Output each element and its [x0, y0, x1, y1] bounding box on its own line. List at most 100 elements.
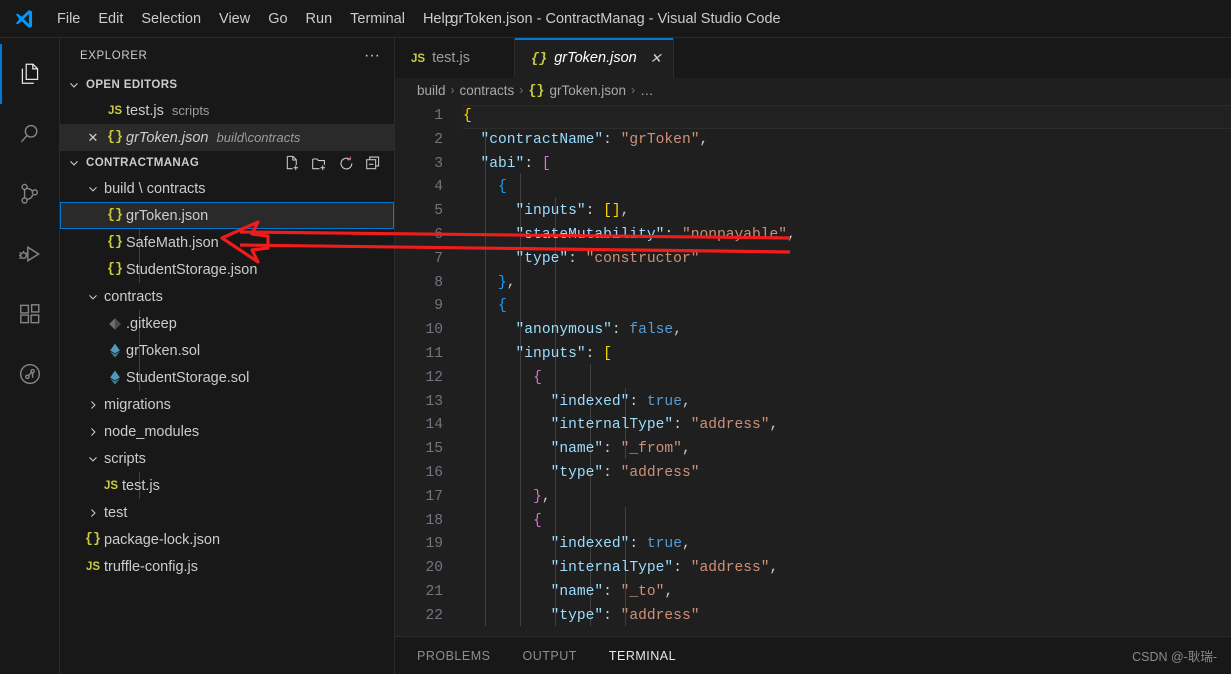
tree-file-grtoken-sol[interactable]: grToken.sol: [60, 337, 394, 364]
code-token: :: [673, 417, 691, 434]
code-line[interactable]: "inputs": [],: [463, 200, 1231, 224]
panel-tab-problems[interactable]: PROBLEMS: [417, 649, 490, 663]
code-line[interactable]: {: [463, 105, 1231, 129]
solidity-file-icon: [104, 370, 126, 385]
code-line[interactable]: {: [463, 367, 1231, 391]
code-line[interactable]: "contractName": "grToken",: [463, 129, 1231, 153]
vscode-logo-icon: [0, 8, 48, 30]
open-editors-section-header[interactable]: OPEN EDITORS: [60, 73, 394, 97]
code-line[interactable]: "internalType": "address",: [463, 557, 1231, 581]
open-editor-item-test-js[interactable]: JS test.js scripts: [60, 97, 394, 124]
code-editor[interactable]: 1 2 3 4 5 6 7 8 9 10 11 12 13 14 15 16 17 18 19 20 21 22 { "c…: [395, 102, 1231, 636]
code-token: :: [603, 441, 621, 458]
code-token: :: [603, 607, 621, 624]
code-line[interactable]: "type": "constructor": [463, 248, 1231, 272]
close-icon[interactable]: ✕: [82, 130, 104, 146]
tree-folder-test[interactable]: test: [60, 499, 394, 526]
code-line[interactable]: "name": "_to",: [463, 581, 1231, 605]
tree-file-test-js[interactable]: JS test.js: [60, 472, 394, 499]
json-file-icon: {}: [106, 208, 124, 223]
code-line[interactable]: },: [463, 486, 1231, 510]
code-content[interactable]: { "contractName": "grToken", "abi": [ { …: [463, 102, 1231, 636]
breadcrumb-item-more[interactable]: …: [640, 83, 654, 98]
code-token: "grToken": [620, 131, 700, 148]
code-line[interactable]: "type": "address": [463, 605, 1231, 629]
line-number: 20: [425, 560, 443, 577]
menu-selection[interactable]: Selection: [132, 8, 210, 30]
open-editor-item-grtoken-json[interactable]: ✕ {} grToken.json build\contracts: [60, 124, 394, 151]
activitybar-item-testing[interactable]: [0, 344, 60, 404]
panel-tab-output[interactable]: OUTPUT: [522, 649, 576, 663]
chevron-right-icon: ›: [450, 83, 455, 97]
chevron-down-icon: [66, 156, 82, 170]
js-file-icon: JS: [85, 560, 101, 573]
ellipsis-icon[interactable]: ···: [360, 47, 384, 63]
tree-folder-node-modules[interactable]: node_modules: [60, 418, 394, 445]
code-line[interactable]: "inputs": [: [463, 343, 1231, 367]
code-token: ,: [769, 417, 779, 434]
refresh-icon[interactable]: [338, 155, 355, 172]
tree-file-safemath-json[interactable]: {} SafeMath.json: [60, 229, 394, 256]
panel-tab-terminal[interactable]: TERMINAL: [609, 649, 676, 663]
chevron-right-icon: ›: [519, 83, 524, 97]
tree-file-studentstorage-json[interactable]: {} StudentStorage.json: [60, 256, 394, 283]
activitybar-item-explorer[interactable]: [0, 44, 60, 104]
activitybar-item-search[interactable]: [0, 104, 60, 164]
code-line[interactable]: {: [463, 510, 1231, 534]
chevron-right-icon: ›: [631, 83, 636, 97]
search-icon: [17, 121, 43, 147]
editor-area: JS test.js {} grToken.json ✕ build › con…: [395, 38, 1231, 674]
tab-grtoken-json[interactable]: {} grToken.json ✕: [515, 38, 675, 78]
breadcrumb-item-grtoken-json[interactable]: grToken.json: [550, 83, 627, 98]
tree-folder-scripts[interactable]: scripts: [60, 445, 394, 472]
menu-file[interactable]: File: [48, 8, 89, 30]
tree-file-package-lock-json[interactable]: {} package-lock.json: [60, 526, 394, 553]
open-editor-name: test.js: [126, 102, 164, 119]
tree-folder-contracts[interactable]: contracts: [60, 283, 394, 310]
collapse-all-icon[interactable]: [365, 155, 382, 172]
new-file-icon[interactable]: [284, 155, 301, 172]
tree-file-grtoken-json[interactable]: {} grToken.json: [60, 202, 394, 229]
code-line[interactable]: "type": "address": [463, 462, 1231, 486]
menu-view[interactable]: View: [210, 8, 259, 30]
tree-folder-build-contracts[interactable]: build \ contracts: [60, 175, 394, 202]
tree-item-label: SafeMath.json: [126, 234, 219, 251]
line-number: 14: [425, 417, 443, 434]
tree-file-truffle-config-js[interactable]: JS truffle-config.js: [60, 553, 394, 580]
code-line[interactable]: },: [463, 272, 1231, 296]
menu-terminal[interactable]: Terminal: [341, 8, 414, 30]
code-line[interactable]: "internalType": "address",: [463, 414, 1231, 438]
code-token: :: [673, 560, 691, 577]
code-line[interactable]: "abi": [: [463, 153, 1231, 177]
code-line[interactable]: {: [463, 176, 1231, 200]
code-token: "stateMutability": [515, 226, 665, 243]
code-token: :: [629, 393, 647, 410]
menu-edit[interactable]: Edit: [89, 8, 132, 30]
activitybar-item-extensions[interactable]: [0, 284, 60, 344]
tab-test-js[interactable]: JS test.js: [395, 38, 515, 78]
code-line[interactable]: "indexed": true,: [463, 533, 1231, 557]
menu-run[interactable]: Run: [297, 8, 342, 30]
code-line[interactable]: "indexed": true,: [463, 391, 1231, 415]
close-icon[interactable]: ✕: [650, 50, 662, 67]
menu-go[interactable]: Go: [259, 8, 296, 30]
chevron-down-icon: [66, 78, 82, 92]
tree-folder-migrations[interactable]: migrations: [60, 391, 394, 418]
activitybar-item-source-control[interactable]: [0, 164, 60, 224]
breadcrumb-item-build[interactable]: build: [417, 83, 446, 98]
activitybar-item-run-and-debug[interactable]: [0, 224, 60, 284]
tree-file-studentstorage-sol[interactable]: StudentStorage.sol: [60, 364, 394, 391]
code-line[interactable]: "anonymous": false,: [463, 319, 1231, 343]
new-folder-icon[interactable]: [311, 155, 328, 172]
editor-tabs: JS test.js {} grToken.json ✕: [395, 38, 1231, 78]
breadcrumb-item-contracts[interactable]: contracts: [460, 83, 515, 98]
menu-help[interactable]: Help: [414, 8, 462, 30]
code-line[interactable]: "name": "_from",: [463, 438, 1231, 462]
menu-bar[interactable]: File Edit Selection View Go Run Terminal…: [48, 8, 462, 30]
tree-file-gitkeep[interactable]: .gitkeep: [60, 310, 394, 337]
workspace-section-header[interactable]: CONTRACTMANAG: [60, 151, 394, 175]
open-editor-description: build\contracts: [216, 130, 301, 145]
code-token: "address": [620, 464, 700, 481]
code-line[interactable]: "stateMutability": "nonpayable",: [463, 224, 1231, 248]
code-line[interactable]: {: [463, 295, 1231, 319]
